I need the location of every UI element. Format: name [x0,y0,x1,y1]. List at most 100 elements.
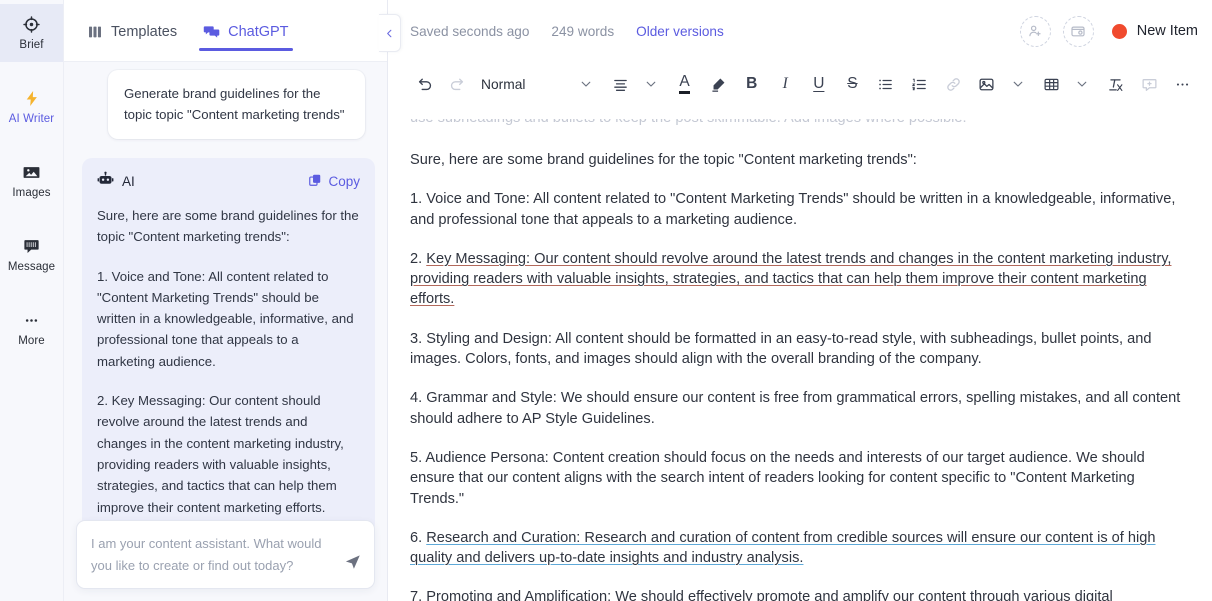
table-icon [1044,78,1059,90]
rail-spacer-1 [0,62,63,78]
new-item-label: New Item [1136,23,1198,39]
chevron-down-icon [1077,81,1087,87]
collapse-panel-button[interactable] [379,14,401,52]
doc-paragraph-text: Research and Curation: Research and cura… [410,529,1156,567]
bold-button[interactable]: B [737,69,767,99]
highlighter-icon [712,78,725,92]
doc-paragraph-text: Key Messaging: Our content should revolv… [410,250,1172,308]
doc-paragraph-text: Promoting and Amplification: We should e… [426,589,1113,601]
bullet-list-icon [879,79,893,89]
document-header: Saved seconds ago 249 words Older versio… [388,0,1212,62]
target-icon [22,14,42,34]
editor-pane: Saved seconds ago 249 words Older versio… [388,0,1212,601]
paragraph-style-chevron[interactable] [571,69,601,99]
robot-icon [97,171,114,191]
ai-response-body: Sure, here are some brand guidelines for… [97,205,360,518]
table-chevron[interactable] [1067,69,1097,99]
image-chevron[interactable] [1003,69,1033,99]
assistant-composer[interactable]: I am your content assistant. What would … [76,520,375,589]
rail-item-images[interactable]: Images [0,152,63,210]
link-icon [946,77,960,91]
redo-button[interactable] [441,69,471,99]
chat-bubbles-icon [203,23,220,40]
comment-icon [1142,78,1157,91]
numbered-list-button[interactable] [905,69,935,99]
copy-button[interactable]: Copy [308,173,360,190]
message-icon [22,236,42,256]
add-media-button[interactable] [1062,15,1094,47]
strikethrough-button[interactable]: S [837,69,867,99]
highlight-button[interactable] [703,69,733,99]
scroll-clip-mask [410,110,1182,119]
rail-item-brief[interactable]: Brief [0,4,63,62]
editor-toolbar: Normal A B I U S [388,62,1212,106]
numbered-list-icon [911,78,926,90]
image-icon [979,78,994,90]
add-person-button[interactable] [1019,15,1051,47]
rail-spacer-3 [0,210,63,226]
document-meta: Saved seconds ago 249 words Older versio… [410,24,724,39]
link-button[interactable] [938,69,968,99]
doc-paragraph: Sure, here are some brand guidelines for… [410,152,917,168]
more-icon [1177,82,1189,86]
align-chevron[interactable] [636,69,666,99]
clear-format-button[interactable] [1101,69,1131,99]
italic-button[interactable]: I [770,69,800,99]
rail-label-ai-writer: AI Writer [8,113,55,126]
tab-label-templates: Templates [111,23,178,40]
text-color-button[interactable]: A [670,69,700,99]
chevron-down-icon [646,81,656,87]
comment-button[interactable] [1134,69,1164,99]
doc-paragraph: 4. Grammar and Style: We should ensure o… [410,390,1181,427]
align-icon [613,79,627,91]
paragraph-style-select[interactable]: Normal [475,69,531,99]
ai-identity: AI [97,171,135,191]
document-body[interactable]: use subheadings and bullets to keep the … [410,110,1196,601]
status-dot [1111,23,1127,39]
copy-label: Copy [328,173,360,189]
saved-status: Saved seconds ago [410,23,530,39]
add-media-icon [1071,26,1085,37]
doc-paragraph-prefix: 7. [410,589,427,601]
rail-item-message[interactable]: Message [0,226,63,284]
doc-paragraph: 5. Audience Persona: Content creation sh… [410,449,1145,507]
older-versions-link[interactable]: Older versions [636,24,724,39]
scrolled-partial-line: use subheadings and bullets to keep the … [410,110,1182,126]
rail-label-brief: Brief [19,39,44,52]
rail-item-ai-writer[interactable]: AI Writer [0,78,63,136]
send-icon[interactable] [344,553,362,576]
rail-label-message: Message [7,261,56,274]
insert-table-button[interactable] [1036,69,1066,99]
more-options-button[interactable] [1168,69,1198,99]
align-button[interactable] [605,69,635,99]
ai-paragraph: Sure, here are some brand guidelines for… [97,208,359,245]
undo-icon [418,78,431,90]
bullet-list-button[interactable] [871,69,901,99]
undo-button[interactable] [410,69,440,99]
assistant-tabs: Templates ChatGPT [64,0,387,62]
bolt-icon [22,88,42,108]
tab-label-chatgpt: ChatGPT [228,23,289,40]
copy-icon [308,173,322,190]
text-color-letter: A [679,74,690,94]
new-item-button[interactable]: New Item [1106,23,1198,39]
add-person-icon [1029,25,1041,37]
header-actions: New Item [1019,15,1198,47]
clear-format-icon [1109,78,1123,91]
assistant-panel: Templates ChatGPT Generate brand guideli… [64,0,401,601]
underline-button[interactable]: U [804,69,834,99]
document-canvas[interactable]: use subheadings and bullets to keep the … [388,106,1212,601]
tab-chatgpt[interactable]: ChatGPT [199,0,293,61]
ai-response-card: AI Copy Sure, here are some brand guidel… [82,158,375,534]
insert-image-button[interactable] [972,69,1002,99]
user-prompt-bubble: Generate brand guidelines for the topic … [108,70,365,139]
ai-paragraph: 2. Key Messaging: Our content should rev… [97,393,344,515]
chevron-down-icon [1013,81,1023,87]
paragraph-style-value: Normal [480,76,526,92]
chevron-left-icon [387,29,392,37]
rail-item-more[interactable]: More [0,300,63,358]
app-root: Brief AI Writer Images Message More Temp… [0,0,1212,601]
tab-templates[interactable]: Templates [86,0,177,61]
rail-label-images: Images [12,187,51,200]
image-icon [22,162,42,182]
